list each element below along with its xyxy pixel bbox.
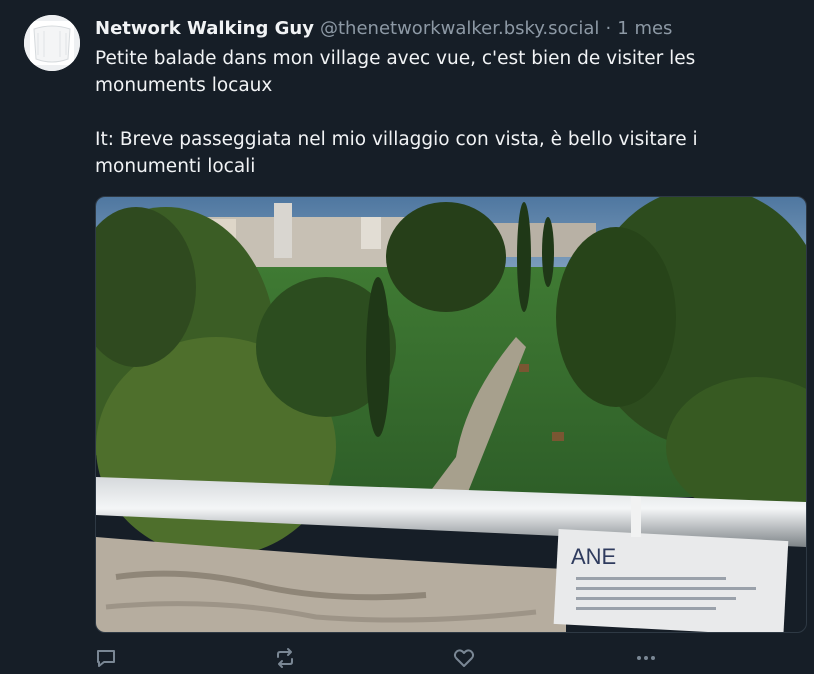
landscape-photo: ANE	[96, 197, 806, 632]
reply-button[interactable]	[93, 645, 119, 671]
repost-button[interactable]	[272, 645, 298, 671]
post-image[interactable]: ANE	[95, 196, 807, 633]
like-icon	[453, 649, 475, 667]
sign-text: ANE	[571, 544, 616, 569]
repost-icon	[277, 648, 293, 668]
post-text: Petite balade dans mon village avec vue,…	[95, 45, 775, 180]
more-icon	[637, 656, 655, 660]
avatar-image	[24, 15, 80, 71]
avatar[interactable]	[24, 15, 80, 71]
like-button[interactable]	[451, 645, 477, 671]
post-text-french: Petite balade dans mon village avec vue,…	[95, 48, 696, 96]
post-header: Network Walking Guy @thenetworkwalker.bs…	[95, 15, 672, 41]
post: Network Walking Guy @thenetworkwalker.bs…	[0, 0, 814, 674]
post-actions	[95, 645, 670, 671]
author-handle[interactable]: @thenetworkwalker.bsky.social	[320, 18, 599, 39]
header-separator: ·	[605, 18, 612, 39]
author-display-name[interactable]: Network Walking Guy	[95, 18, 314, 39]
reply-icon	[97, 650, 115, 667]
post-text-italian: It: Breve passeggiata nel mio villaggio …	[95, 129, 698, 177]
post-timestamp[interactable]: 1 mes	[617, 18, 672, 39]
more-options-button[interactable]	[633, 645, 659, 671]
